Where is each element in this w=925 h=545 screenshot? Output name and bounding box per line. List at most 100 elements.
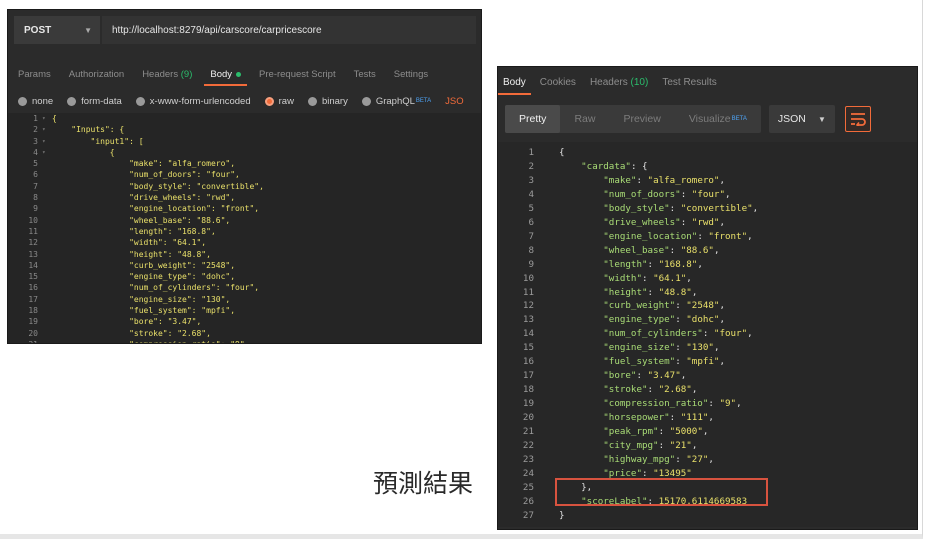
body-type-form-data-label: form-data: [81, 95, 122, 107]
json-punct: ,: [691, 286, 698, 298]
fold-toggle-icon[interactable]: ▾: [42, 124, 50, 135]
json-punct: :: [636, 174, 648, 186]
response-line: 4 "num_of_doors": "four",: [498, 188, 730, 202]
tab-body[interactable]: Body: [204, 62, 247, 86]
url-input[interactable]: http://localhost:8279/api/carscore/carpr…: [102, 16, 476, 44]
body-type-raw[interactable]: raw: [264, 96, 294, 107]
line-number: 18: [522, 384, 534, 396]
json-punct: ,: [719, 356, 726, 368]
response-line: 2 "cardata": {: [498, 160, 648, 174]
tab-response-body[interactable]: Body: [498, 71, 531, 95]
code-text: {: [52, 147, 115, 157]
body-type-graphql[interactable]: GraphQL BETA: [361, 96, 431, 107]
code-text: "curb_weight": "2548",: [52, 260, 236, 270]
json-key: "city_mpg": [603, 439, 659, 451]
json-value: "four": [713, 328, 748, 340]
json-value: "3.47": [647, 370, 681, 382]
code-text: {: [534, 146, 565, 160]
request-body-editor[interactable]: 1 ▾{2 ▾ "Inputs": {3 ▾ "input1": [4 ▾ {5 "ma…: [8, 113, 481, 343]
json-value: "64.1": [653, 272, 687, 284]
fold-gutter: [42, 282, 50, 293]
body-type-binary[interactable]: binary: [307, 96, 348, 107]
response-line: 16 "fuel_system": "mpfi",: [498, 355, 725, 369]
code-text: "height": "48.8",: [52, 249, 211, 259]
method-select[interactable]: POST ▼: [14, 16, 100, 44]
json-punct: :: [702, 328, 714, 340]
tab-params[interactable]: Params: [18, 62, 51, 86]
body-type-form-data[interactable]: form-data: [67, 96, 122, 107]
response-line: 14 "num_of_cylinders": "four",: [498, 327, 753, 341]
json-key: "cardata": [581, 160, 631, 172]
tab-cookies[interactable]: Cookies: [540, 71, 576, 93]
json-punct: ,: [691, 384, 698, 396]
tab-settings[interactable]: Settings: [394, 62, 428, 86]
language-select[interactable]: JSON ▼: [768, 105, 835, 133]
tab-pre-request-script[interactable]: Pre-request Script: [259, 62, 336, 86]
line-number: 24: [522, 467, 534, 479]
format-select[interactable]: JSO: [445, 96, 463, 107]
code-text: "height": "48.8",: [534, 286, 697, 300]
json-punct: ,: [691, 439, 698, 451]
radio-off-icon: [67, 96, 77, 106]
fold-toggle-icon[interactable]: ▾: [42, 113, 50, 124]
line-number: 11: [28, 226, 38, 236]
response-line: 12 "curb_weight": "2548",: [498, 299, 725, 313]
json-punct: ,: [702, 426, 709, 437]
tab-response-headers[interactable]: Headers (10): [590, 71, 648, 93]
code-line: 10 "wheel_base": "88.6",: [8, 215, 481, 226]
code-line: 15 "engine_type": "dohc",: [8, 271, 481, 282]
json-punct: ,: [713, 244, 720, 256]
json-key: "height": [603, 286, 648, 298]
code-text: "num_of_doors": "four",: [534, 188, 730, 202]
response-line: 23 "highway_mpg": "27",: [498, 453, 714, 467]
tab-headers[interactable]: Headers (9): [142, 62, 192, 86]
json-value: "9": [719, 398, 737, 410]
fold-toggle-icon[interactable]: ▾: [42, 136, 50, 147]
response-body-viewer[interactable]: 1{2 "cardata": {3 "make": "alfa_romero",…: [498, 142, 917, 527]
json-punct: }: [559, 509, 565, 521]
view-preview[interactable]: Preview: [609, 105, 674, 133]
json-key: "horsepower": [603, 412, 670, 424]
view-raw[interactable]: Raw: [560, 105, 609, 133]
json-key: "num_of_cylinders": [603, 328, 703, 340]
wrap-lines-button[interactable]: [844, 106, 871, 132]
json-punct: : {: [630, 160, 648, 172]
fold-toggle-icon[interactable]: ▾: [42, 147, 50, 158]
code-text: "fuel_system": "mpfi",: [534, 355, 725, 369]
line-number: 5: [528, 202, 534, 214]
json-key: "bore": [603, 370, 637, 382]
json-key: "fuel_system": [603, 356, 676, 368]
code-line: 16 "num_of_cylinders": "four",: [8, 282, 481, 293]
line-number: 13: [28, 249, 38, 259]
code-text: "stroke": "2.68",: [534, 383, 697, 397]
request-window: POST ▼ http://localhost:8279/api/carscor…: [7, 9, 482, 344]
view-pretty[interactable]: Pretty: [505, 105, 561, 133]
fold-gutter: [42, 158, 50, 169]
tab-tests[interactable]: Tests: [354, 62, 376, 86]
code-text: "cardata": {: [534, 160, 648, 174]
line-number: 23: [522, 453, 534, 465]
fold-gutter: [42, 181, 50, 192]
score-highlight-box: [555, 478, 768, 506]
view-visualize[interactable]: Visualize BETA: [675, 105, 761, 133]
body-type-urlencoded[interactable]: x-www-form-urlencoded: [135, 96, 251, 107]
tab-body-label: Body: [210, 68, 233, 80]
url-bar: POST ▼ http://localhost:8279/api/carscor…: [14, 16, 476, 44]
code-line: 18 "fuel_system": "mpfi",: [8, 305, 481, 316]
json-punct: :: [680, 188, 692, 200]
body-type-none-label: none: [32, 95, 54, 107]
tab-test-results[interactable]: Test Results: [662, 71, 716, 93]
fold-gutter: [42, 316, 50, 327]
line-number: 12: [28, 238, 38, 248]
json-punct: :: [675, 453, 687, 465]
response-line: 13 "engine_type": "dohc",: [498, 313, 725, 327]
tab-authorization[interactable]: Authorization: [69, 62, 124, 86]
line-number: 17: [522, 370, 534, 382]
json-punct: ,: [747, 328, 753, 340]
body-type-none[interactable]: none: [18, 96, 53, 107]
json-punct: ,: [719, 300, 726, 312]
json-punct: :: [658, 426, 670, 437]
response-line: 20 "horsepower": "111",: [498, 411, 714, 425]
